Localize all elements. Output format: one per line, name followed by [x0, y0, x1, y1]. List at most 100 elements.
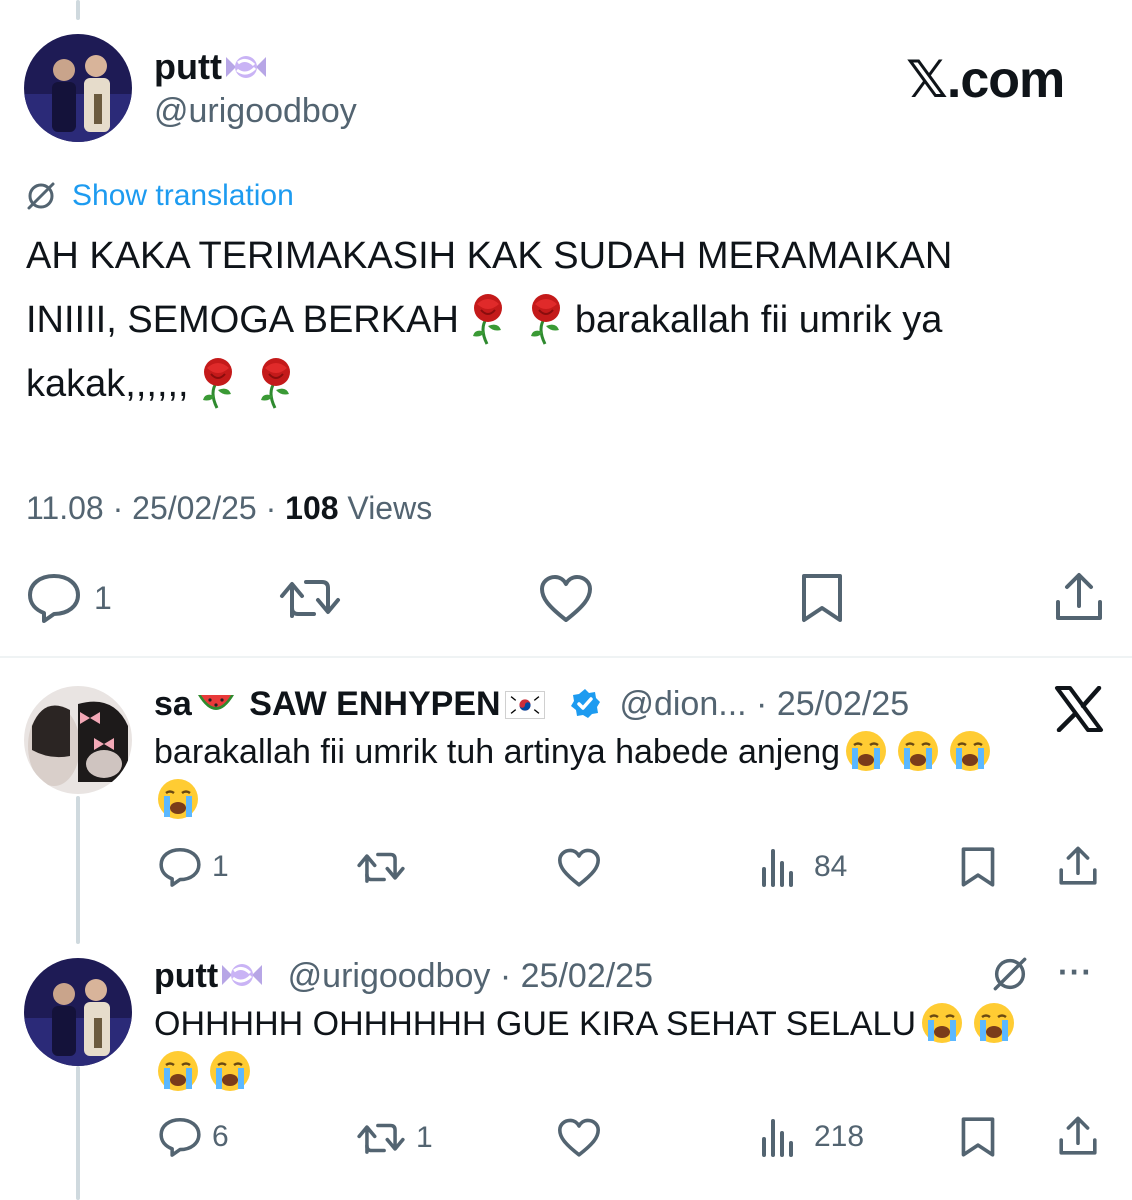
reply1-share-button[interactable] [1058, 844, 1098, 888]
views-label: Views [347, 490, 433, 526]
heart-icon [540, 575, 592, 622]
repost-icon [280, 580, 340, 618]
author-name[interactable]: putt [154, 46, 268, 88]
avatar[interactable] [24, 686, 132, 794]
crying-face-emoji [158, 1051, 198, 1091]
reply1-views-button[interactable]: 84 [760, 846, 847, 888]
views-count: 108 [285, 490, 339, 526]
thread-line-reply2 [76, 1066, 80, 1200]
avatar[interactable] [24, 34, 132, 142]
share-icon [1059, 1116, 1097, 1155]
tweet-time[interactable]: 11.08 [26, 490, 104, 526]
more-options-button[interactable]: ··· [1058, 950, 1093, 994]
bookmark-button[interactable] [800, 572, 844, 624]
crying-face-emoji [922, 1003, 962, 1043]
x-logo-icon [1055, 686, 1103, 732]
reply2-like-button[interactable] [556, 1118, 602, 1158]
reply2-author-name[interactable]: putt [154, 957, 264, 995]
share-icon [1059, 846, 1097, 885]
crying-face-emoji [210, 1051, 250, 1091]
reply1-repost-button[interactable] [356, 848, 406, 886]
repost-icon [357, 1123, 405, 1154]
tweet-text-line2: INIIII, SEMOGA BERKAH barakallah fii umri… [26, 288, 1106, 352]
rose-emoji [530, 294, 560, 345]
rose-emoji [472, 294, 502, 345]
thread-line-reply1 [76, 796, 80, 944]
show-translation[interactable]: Show translation [26, 176, 294, 216]
tweet-text-line1: AH KAKA TERIMAKASIH KAK SUDAH MERAMAIKAN [26, 235, 953, 277]
reply2-reply-count: 6 [212, 1120, 229, 1153]
reply1-reply-button[interactable]: 1 [158, 846, 229, 888]
share-button[interactable] [1054, 570, 1104, 624]
reply2-repost-button[interactable]: 1 [356, 1118, 433, 1158]
reply1-date[interactable]: 25/02/25 [777, 685, 909, 723]
reply2-views-count: 218 [814, 1120, 865, 1153]
reply2-reply-button[interactable]: 6 [158, 1116, 229, 1158]
thread-line-top [76, 0, 80, 20]
bookmark-icon [961, 1117, 995, 1157]
tweet-text-line3-text: kakak,,,,,, [26, 363, 189, 405]
reply2-author-handle[interactable]: @urigoodboy [288, 957, 491, 995]
candy-emoji [222, 964, 263, 986]
repost-button[interactable] [278, 574, 342, 622]
reply2-bookmark-button[interactable] [960, 1116, 996, 1158]
separator: · [112, 490, 124, 526]
show-translation-label: Show translation [72, 179, 294, 212]
tweet-text-line2a: INIIII, SEMOGA BERKAH [26, 299, 459, 341]
reply1-author-name[interactable]: sa SAW ENHYPEN [154, 685, 545, 723]
reply2-repost-count: 1 [416, 1121, 433, 1154]
translate-icon [27, 182, 55, 210]
crying-face-emoji [898, 731, 939, 771]
watermelon-emoji [197, 695, 234, 710]
korea-flag-emoji [504, 691, 545, 719]
like-button[interactable] [538, 574, 594, 624]
reply-button[interactable]: 1 [26, 572, 112, 624]
separator: · [499, 957, 512, 995]
reply-icon [28, 574, 80, 623]
verified-badge-icon [571, 689, 600, 718]
reply1-like-button[interactable] [556, 848, 602, 888]
reply1-text: barakallah fii umrik tuh artinya habede … [154, 728, 1114, 824]
reply2-text: OHHHHH OHHHHHH GUE KIRA SEHAT SELALU [154, 1000, 1114, 1096]
crying-face-emoji [158, 779, 198, 819]
reply2-date[interactable]: 25/02/25 [521, 957, 653, 995]
tweet-date[interactable]: 25/02/25 [132, 490, 257, 526]
translate-icon[interactable] [990, 954, 1030, 994]
rose-emoji [202, 358, 232, 409]
reply1-reply-count: 1 [212, 850, 229, 883]
crying-face-emoji [846, 731, 887, 771]
bookmark-icon [802, 574, 842, 622]
reply-icon [159, 1117, 201, 1157]
reply2-text-line1: OHHHHH OHHHHHH GUE KIRA SEHAT SELALU [154, 1005, 916, 1043]
reply1-views-count: 84 [814, 850, 848, 883]
bookmark-icon [961, 847, 995, 887]
reply1-author-handle[interactable]: @dion... [619, 685, 746, 723]
crying-face-emoji [950, 731, 991, 771]
separator: · [756, 685, 768, 723]
heart-icon [558, 848, 600, 887]
heart-icon [558, 1118, 600, 1157]
reply2-views-button[interactable]: 218 [760, 1116, 864, 1158]
reply1-author-name-a: sa [154, 685, 192, 723]
tweet-text-line2b: barakallah fii umrik ya [574, 299, 943, 341]
share-icon [1056, 573, 1102, 620]
crying-face-emoji [974, 1003, 1014, 1043]
rose-emoji [260, 358, 290, 409]
reply1-author-name-b: SAW ENHYPEN [249, 685, 501, 723]
candy-emoji [225, 56, 266, 78]
reply1-text-line1: barakallah fii umrik tuh artinya habede … [154, 733, 841, 771]
tweet-metadata: 11.08 · 25/02/25 · 108 Views [26, 488, 432, 528]
reply1-bookmark-button[interactable] [960, 846, 996, 888]
reply1-header: sa SAW ENHYPEN @dion... · 25/02/25 [154, 682, 909, 726]
views-icon [762, 849, 793, 887]
reply-count: 1 [94, 579, 112, 616]
repost-icon [357, 852, 405, 883]
reply2-share-button[interactable] [1058, 1114, 1098, 1158]
separator: · [265, 490, 277, 526]
reply2-author-name-text: putt [154, 957, 219, 995]
tweet-text: AH KAKA TERIMAKASIH KAK SUDAH MERAMAIKAN… [26, 224, 1106, 416]
reply2-header: putt @urigoodboy · 25/02/25 [154, 954, 653, 998]
avatar[interactable] [24, 958, 132, 1066]
brand-logo: 𝕏.com [906, 51, 1065, 109]
author-handle[interactable]: @urigoodboy [154, 90, 357, 132]
